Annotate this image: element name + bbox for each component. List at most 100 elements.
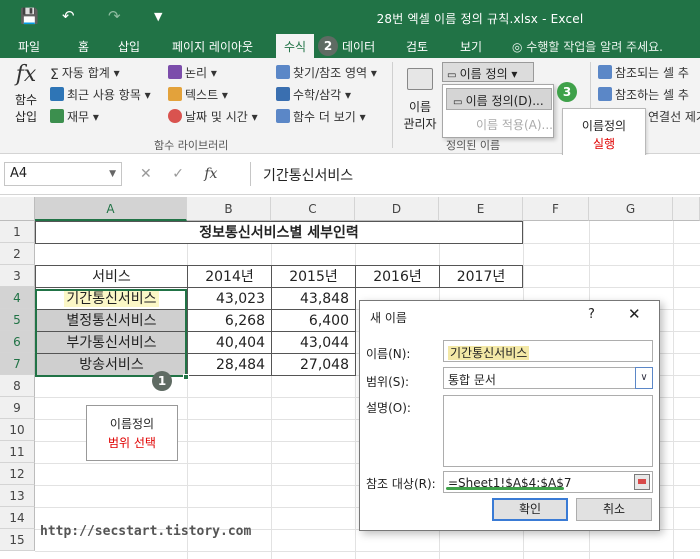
table-cell[interactable]: 43,023 xyxy=(187,287,272,310)
tab-formulas[interactable]: 수식 xyxy=(276,34,315,58)
row-header-3[interactable]: 3 xyxy=(0,265,35,287)
more-functions-button[interactable]: 함수 더 보기 ▾ xyxy=(276,108,366,125)
row-header-15[interactable]: 15 xyxy=(0,529,35,551)
selected-range xyxy=(35,289,187,377)
trace-dependents-button[interactable]: 참조하는 셀 추 xyxy=(598,86,689,103)
menu-define-name[interactable]: ▭ 이름 정의(D)... xyxy=(446,88,552,110)
step-badge-1: 1 xyxy=(152,371,172,391)
title-bar: 💾 ↶ ↷ ▼ 28번 엑셀 이름 정의 규칙.xlsx - Excel xyxy=(0,0,700,34)
cancel-button[interactable]: 취소 xyxy=(576,498,652,521)
table-cell[interactable]: 43,044 xyxy=(271,331,356,354)
row-header-7[interactable]: 7 xyxy=(0,353,35,375)
row-header-13[interactable]: 13 xyxy=(0,485,35,507)
row-header-4[interactable]: 4 xyxy=(0,287,35,309)
comment-textarea[interactable] xyxy=(443,395,653,467)
name-box[interactable]: A4 ▼ xyxy=(4,162,122,186)
range-select-callout: 이름정의 범위 선택 xyxy=(86,405,178,461)
comment-label: 설명(O): xyxy=(366,401,411,415)
column-header-b[interactable]: B xyxy=(187,197,271,221)
tab-home[interactable]: 홈 xyxy=(78,38,89,55)
cancel-icon[interactable]: ✕ xyxy=(140,166,152,182)
collapse-dialog-icon[interactable] xyxy=(634,474,650,490)
tag-icon: ▭ xyxy=(453,97,466,108)
column-header-c[interactable]: C xyxy=(271,197,355,221)
financial-icon xyxy=(50,109,64,123)
tell-me-search[interactable]: ◎ 수행할 작업을 알려 주세요. xyxy=(512,38,663,55)
table-cell[interactable]: 28,484 xyxy=(187,353,272,376)
date-time-button[interactable]: 날짜 및 시간 ▾ xyxy=(168,108,258,125)
clock-icon xyxy=(168,109,182,123)
define-name-callout: 이름정의 실행 xyxy=(562,108,646,160)
table-border xyxy=(355,287,358,376)
fx-icon[interactable]: fx xyxy=(204,166,217,182)
table-title[interactable]: 정보통신서비스별 세부인력 xyxy=(35,221,523,244)
header-cell[interactable]: 2014년 xyxy=(187,265,272,288)
autosum-button[interactable]: Σ 자동 합계 ▾ xyxy=(50,64,120,83)
text-button[interactable]: 텍스트 ▾ xyxy=(168,86,228,103)
name-manager-icon xyxy=(407,68,433,90)
trace-precedents-button[interactable]: 참조되는 셀 추 xyxy=(598,64,689,81)
lookup-icon xyxy=(276,65,290,79)
insert-function-button[interactable]: fx 함수 삽입 xyxy=(8,62,44,132)
fill-handle[interactable] xyxy=(183,374,189,380)
row-header-11[interactable]: 11 xyxy=(0,441,35,463)
table-cell[interactable]: 43,848 xyxy=(271,287,356,310)
header-cell[interactable]: 2017년 xyxy=(439,265,523,288)
scope-select[interactable]: 통합 문서 ∨ xyxy=(443,367,653,389)
table-cell[interactable]: 27,048 xyxy=(271,353,356,376)
watermark-url: http://secstart.tistory.com xyxy=(40,524,252,539)
math-trig-button[interactable]: 수학/삼각 ▾ xyxy=(276,86,351,103)
row-header-14[interactable]: 14 xyxy=(0,507,35,529)
tab-data[interactable]: 데이터 xyxy=(342,38,375,55)
column-header-f[interactable]: F xyxy=(523,197,589,221)
formula-buttons: ✕ ✓ fx xyxy=(140,166,233,182)
row-header-2[interactable]: 2 xyxy=(0,243,35,265)
column-header-g[interactable]: G xyxy=(589,197,673,221)
tab-page-layout[interactable]: 페이지 레이아웃 xyxy=(172,38,253,55)
formula-input[interactable]: 기간통신서비스 xyxy=(250,162,700,186)
name-input[interactable]: 기간통신서비스 xyxy=(443,340,653,362)
star-icon xyxy=(50,87,64,101)
row-header-12[interactable]: 12 xyxy=(0,463,35,485)
formula-bar: A4 ▼ ✕ ✓ fx 기간통신서비스 xyxy=(0,155,700,195)
name-manager-button[interactable]: 이름 관리자 xyxy=(398,68,442,132)
table-cell[interactable]: 6,400 xyxy=(271,309,356,332)
scope-label: 범위(S): xyxy=(366,375,410,389)
close-icon[interactable]: ✕ xyxy=(628,305,641,323)
row-header-10[interactable]: 10 xyxy=(0,419,35,441)
logical-icon xyxy=(168,65,182,79)
tab-review[interactable]: 검토 xyxy=(406,38,428,55)
chevron-down-icon[interactable]: ▼ xyxy=(109,169,116,179)
sigma-icon: Σ xyxy=(50,67,59,83)
menu-apply-names[interactable]: 이름 적용(A)... xyxy=(446,113,553,135)
define-name-dropdown[interactable]: ▭ 이름 정의 ▾ xyxy=(442,62,534,82)
remove-arrows-button[interactable]: 연결선 제거 xyxy=(648,108,700,125)
tab-insert[interactable]: 삽입 xyxy=(118,38,140,55)
row-header-6[interactable]: 6 xyxy=(0,331,35,353)
column-header-e[interactable]: E xyxy=(439,197,523,221)
row-header-5[interactable]: 5 xyxy=(0,309,35,331)
financial-button[interactable]: 재무 ▾ xyxy=(50,108,99,125)
table-cell[interactable]: 6,268 xyxy=(187,309,272,332)
table-cell[interactable]: 40,404 xyxy=(187,331,272,354)
logical-button[interactable]: 논리 ▾ xyxy=(168,64,217,81)
select-all-corner[interactable] xyxy=(0,197,35,221)
recent-functions-button[interactable]: 최근 사용 항목 ▾ xyxy=(50,86,151,103)
column-header[interactable] xyxy=(673,197,700,221)
row-header-8[interactable]: 8 xyxy=(0,375,35,397)
enter-icon[interactable]: ✓ xyxy=(172,166,184,182)
tab-file[interactable]: 파일 xyxy=(18,38,40,55)
row-header-9[interactable]: 9 xyxy=(0,397,35,419)
gridline xyxy=(673,221,674,559)
header-cell[interactable]: 서비스 xyxy=(35,265,188,288)
tab-view[interactable]: 보기 xyxy=(460,38,482,55)
chevron-down-icon[interactable]: ∨ xyxy=(635,367,653,389)
ok-button[interactable]: 확인 xyxy=(492,498,568,521)
column-header-d[interactable]: D xyxy=(355,197,439,221)
column-header-a[interactable]: A xyxy=(35,197,187,221)
header-cell[interactable]: 2015년 xyxy=(271,265,356,288)
row-header-1[interactable]: 1 xyxy=(0,221,35,243)
help-icon[interactable]: ? xyxy=(588,307,595,322)
header-cell[interactable]: 2016년 xyxy=(355,265,440,288)
lookup-reference-button[interactable]: 찾기/참조 영역 ▾ xyxy=(276,64,377,81)
